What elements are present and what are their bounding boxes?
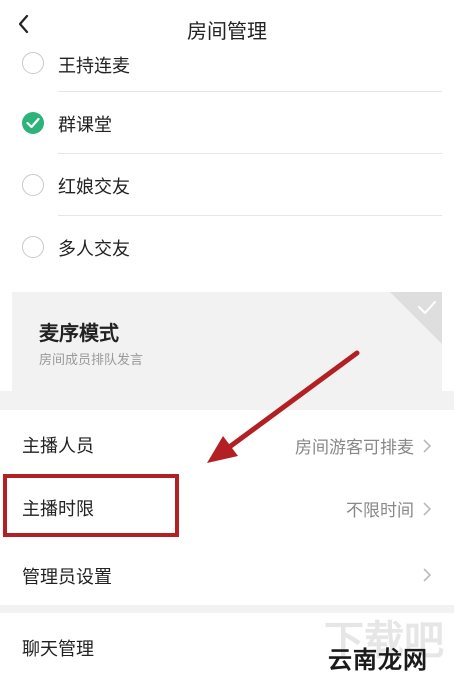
radio-option-2[interactable]: 红娘交友 bbox=[0, 154, 454, 216]
section-separator bbox=[0, 391, 454, 410]
radio-option-0[interactable]: 王持连麦 bbox=[0, 40, 454, 92]
radio-unchecked-icon[interactable] bbox=[22, 236, 44, 258]
chevron-right-icon bbox=[423, 439, 432, 453]
chevron-right-icon bbox=[423, 568, 432, 582]
admin-settings-row[interactable]: 管理员设置 bbox=[0, 543, 454, 605]
radio-option-3[interactable]: 多人交友 bbox=[0, 216, 454, 278]
corner-check-icon bbox=[390, 292, 442, 344]
row-value: 不限时间 bbox=[346, 501, 414, 521]
row-value: 房间游客可排麦 bbox=[295, 438, 414, 458]
annotation-highlight-box bbox=[3, 474, 179, 537]
radio-unchecked-icon[interactable] bbox=[22, 52, 44, 74]
room-management-screen: 房间管理 王持连麦 群课堂 红娘交友 多人交友 麦序模式 房间成员排队发言 主播… bbox=[0, 0, 454, 689]
room-type-list: 王持连麦 群课堂 红娘交友 多人交友 bbox=[0, 40, 454, 278]
mode-card-subtitle: 房间成员排队发言 bbox=[39, 353, 144, 368]
radio-unchecked-icon[interactable] bbox=[22, 174, 44, 196]
row-label: 聊天管理 bbox=[22, 639, 94, 660]
radio-checked-icon[interactable] bbox=[22, 112, 44, 134]
radio-option-label: 王持连麦 bbox=[58, 56, 130, 77]
radio-option-1[interactable]: 群课堂 bbox=[0, 92, 454, 154]
mode-card-title: 麦序模式 bbox=[39, 321, 119, 345]
row-label: 管理员设置 bbox=[22, 567, 112, 588]
queue-mode-card[interactable]: 麦序模式 房间成员排队发言 bbox=[12, 292, 442, 391]
row-label: 主播人员 bbox=[22, 436, 94, 457]
radio-option-label: 群课堂 bbox=[58, 115, 112, 136]
chevron-right-icon bbox=[423, 502, 432, 516]
watermark: 云南龙网 bbox=[328, 646, 428, 674]
radio-option-label: 多人交友 bbox=[58, 239, 130, 260]
host-members-row[interactable]: 主播人员 房间游客可排麦 bbox=[0, 410, 454, 480]
radio-option-label: 红娘交友 bbox=[58, 177, 130, 198]
